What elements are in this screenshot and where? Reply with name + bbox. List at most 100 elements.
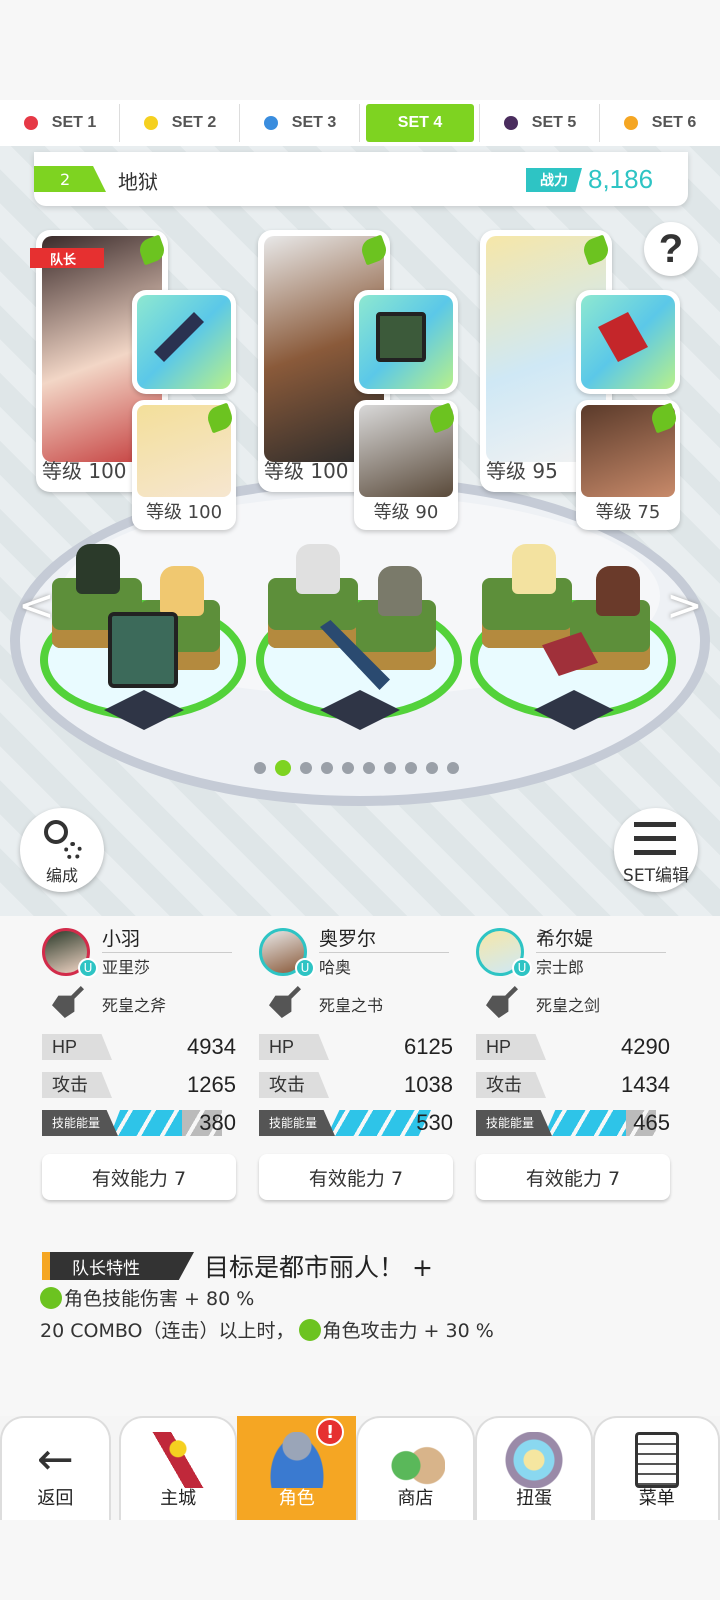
chibi-character[interactable] bbox=[160, 566, 204, 616]
sub-character-name: 宗士郎 bbox=[536, 958, 585, 977]
previous-team-arrow[interactable]: < bbox=[18, 580, 55, 631]
chibi-character[interactable] bbox=[76, 544, 120, 594]
tab-label: SET 4 bbox=[397, 114, 443, 131]
element-badge-icon: U bbox=[512, 958, 532, 978]
character-name: 小羽 bbox=[102, 928, 141, 950]
set-color-dot-icon bbox=[143, 116, 158, 130]
hp-stat: HP 4934 bbox=[42, 1034, 236, 1060]
page-dot[interactable] bbox=[300, 762, 312, 774]
system-nav-area bbox=[0, 1520, 720, 1600]
book-icon bbox=[376, 312, 426, 362]
nature-leaf-icon bbox=[298, 1318, 321, 1341]
book-icon bbox=[269, 986, 301, 1018]
set-edit-button[interactable]: SET编辑 bbox=[614, 808, 698, 892]
sub-character-name: 哈奥 bbox=[319, 958, 352, 977]
status-bar bbox=[0, 0, 720, 100]
ability-button[interactable]: 有效能力 7 bbox=[259, 1154, 453, 1200]
chibi-character[interactable] bbox=[296, 544, 340, 594]
chibi-character[interactable] bbox=[378, 566, 422, 616]
leader-trait-title[interactable]: 目标是都市丽人！ + bbox=[204, 1248, 433, 1284]
tab-set-5[interactable]: SET 5 bbox=[480, 100, 600, 146]
team-bar: 2 地狱 战力 8,186 bbox=[34, 152, 688, 206]
leader-trait: 队长特性 目标是都市丽人！ + bbox=[42, 1248, 433, 1284]
chibi-character[interactable] bbox=[512, 544, 556, 594]
formation-icon bbox=[44, 820, 68, 844]
portrait-level: 等级 100 bbox=[264, 459, 349, 483]
set-edit-label: SET编辑 bbox=[623, 866, 689, 886]
nav-menu[interactable]: 菜单 bbox=[593, 1416, 720, 1520]
page-dot[interactable] bbox=[254, 762, 266, 774]
sub-portrait-level: 等级 100 bbox=[145, 502, 223, 523]
help-button[interactable]: ? bbox=[644, 222, 698, 276]
weapon-book-card[interactable] bbox=[354, 290, 458, 394]
set-color-dot-icon bbox=[23, 116, 38, 130]
skill-energy-stat: 技能能量 465 bbox=[476, 1110, 670, 1136]
formation-button[interactable]: 编成 bbox=[20, 808, 104, 892]
shop-icon bbox=[385, 1432, 446, 1488]
page-dot[interactable] bbox=[426, 762, 438, 774]
set-color-dot-icon bbox=[623, 116, 638, 130]
nav-gacha[interactable]: 扭蛋 bbox=[474, 1416, 594, 1520]
set-tabs: SET 1 SET 2 SET 3 SET 4 SET 5 SET 6 bbox=[0, 100, 720, 146]
power-label: 战力 bbox=[526, 168, 582, 192]
tab-label: SET 6 bbox=[651, 114, 697, 131]
leader-effect-1: 角色技能伤害 + 80 % bbox=[40, 1284, 254, 1311]
hp-stat: HP 4290 bbox=[476, 1034, 670, 1060]
leader-badge: 队长 bbox=[30, 248, 104, 268]
element-badge-icon: U bbox=[295, 958, 315, 978]
page-dot[interactable] bbox=[342, 762, 354, 774]
weapon-axe-card[interactable] bbox=[132, 290, 236, 394]
team-name[interactable]: 地狱 bbox=[118, 166, 158, 195]
character-icon bbox=[266, 1432, 327, 1488]
castle-icon bbox=[148, 1432, 209, 1488]
team-number: 2 bbox=[34, 166, 106, 192]
page-indicator bbox=[254, 760, 459, 776]
character-name: 奥罗尔 bbox=[319, 928, 377, 950]
page-dot[interactable] bbox=[384, 762, 396, 774]
attack-stat: 攻击 1434 bbox=[476, 1072, 670, 1098]
sword-icon bbox=[486, 986, 518, 1018]
tab-set-6[interactable]: SET 6 bbox=[600, 100, 720, 146]
page-dot[interactable] bbox=[447, 762, 459, 774]
book-icon bbox=[108, 612, 178, 688]
page-dot[interactable] bbox=[363, 762, 375, 774]
axe-icon bbox=[52, 986, 84, 1018]
tab-set-1[interactable]: SET 1 bbox=[0, 100, 120, 146]
tab-set-3[interactable]: SET 3 bbox=[240, 100, 360, 146]
weapon-name: 死皇之剑 bbox=[536, 996, 601, 1015]
gacha-icon bbox=[504, 1432, 565, 1488]
ability-button[interactable]: 有效能力 7 bbox=[476, 1154, 670, 1200]
nav-back[interactable]: ← 返回 bbox=[0, 1416, 111, 1520]
chibi-character[interactable] bbox=[596, 566, 640, 616]
page-dot[interactable] bbox=[275, 760, 291, 776]
nav-character[interactable]: ! 角色 bbox=[237, 1416, 357, 1520]
formation-label: 编成 bbox=[45, 866, 78, 885]
tab-label: SET 3 bbox=[291, 114, 337, 131]
hp-stat: HP 6125 bbox=[259, 1034, 453, 1060]
gear-icon bbox=[64, 842, 82, 860]
next-team-arrow[interactable]: > bbox=[666, 580, 703, 631]
tab-label: SET 2 bbox=[171, 114, 217, 131]
page-dot[interactable] bbox=[321, 762, 333, 774]
tab-set-2[interactable]: SET 2 bbox=[120, 100, 240, 146]
tab-label: SET 1 bbox=[51, 114, 97, 131]
weapon-sword-card[interactable] bbox=[576, 290, 680, 394]
sub-portrait-level: 等级 75 bbox=[595, 502, 661, 523]
back-arrow-icon: ← bbox=[36, 1434, 74, 1485]
list-icon bbox=[634, 822, 676, 856]
skill-energy-stat: 技能能量 530 bbox=[259, 1110, 453, 1136]
nav-main-city[interactable]: 主城 bbox=[118, 1416, 238, 1520]
attack-stat: 攻击 1265 bbox=[42, 1072, 236, 1098]
weapon-name: 死皇之斧 bbox=[102, 996, 167, 1015]
ability-button[interactable]: 有效能力 7 bbox=[42, 1154, 236, 1200]
bottom-navigation: ← 返回 主城 ! 角色 商店 扭蛋 菜单 bbox=[0, 1416, 720, 1520]
tab-set-4[interactable]: SET 4 bbox=[360, 100, 480, 146]
page-dot[interactable] bbox=[405, 762, 417, 774]
energy-bar bbox=[544, 1110, 638, 1136]
nature-leaf-icon bbox=[40, 1286, 62, 1309]
portrait-level: 等级 95 bbox=[486, 459, 558, 483]
nav-shop[interactable]: 商店 bbox=[356, 1416, 475, 1520]
skill-energy-stat: 技能能量 380 bbox=[42, 1110, 236, 1136]
sub-portrait-level: 等级 90 bbox=[373, 502, 439, 523]
attack-stat: 攻击 1038 bbox=[259, 1072, 453, 1098]
